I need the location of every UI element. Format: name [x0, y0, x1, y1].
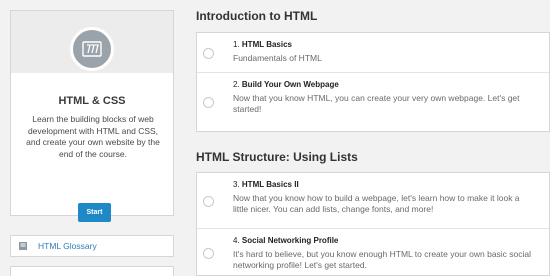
section-title-intro: Introduction to HTML	[196, 9, 318, 23]
lesson-description: Now that you know HTML, you can create y…	[233, 93, 520, 114]
lesson-description: It's hard to believe, but you know enoug…	[233, 249, 532, 270]
html5-shield-icon-graphic	[82, 41, 102, 57]
lesson-item[interactable]: 1. HTML Basics Fundamentals of HTML	[197, 33, 549, 73]
lesson-status-radio[interactable]	[203, 248, 214, 259]
lesson-title: 4. Social Networking Profile	[233, 236, 338, 245]
lesson-description: Now that you know how to build a webpage…	[233, 193, 520, 214]
left-panel-card	[10, 266, 174, 276]
lesson-list-structure: 3. HTML Basics II Now that you know how …	[196, 172, 550, 276]
start-button[interactable]: Start	[78, 203, 111, 222]
html5-shield-icon	[70, 27, 114, 71]
course-description: Learn the building blocks of web develop…	[26, 114, 160, 159]
book-icon	[18, 241, 28, 251]
lesson-number: 3.	[233, 180, 240, 189]
lesson-number: 4.	[233, 236, 240, 245]
course-page: HTML & CSS Learn the building blocks of …	[0, 0, 550, 276]
lesson-item[interactable]: 2. Build Your Own Webpage Now that you k…	[197, 73, 549, 131]
lesson-status-radio[interactable]	[203, 97, 214, 108]
lesson-name: Build Your Own Webpage	[241, 80, 339, 89]
html-glossary-link[interactable]: HTML Glossary	[10, 235, 174, 257]
lesson-description: Fundamentals of HTML	[233, 53, 322, 63]
section-title-structure: HTML Structure: Using Lists	[196, 150, 358, 164]
lesson-status-radio[interactable]	[203, 47, 214, 59]
lesson-name: HTML Basics II	[241, 180, 299, 189]
lesson-title: 2. Build Your Own Webpage	[233, 80, 339, 89]
lesson-status-radio[interactable]	[203, 195, 214, 207]
course-card: HTML & CSS Learn the building blocks of …	[10, 10, 174, 222]
html-glossary-label: HTML Glossary	[38, 241, 97, 251]
lesson-number: 2.	[233, 80, 240, 89]
lesson-item[interactable]: 4. Social Networking Profile It's hard t…	[197, 229, 549, 275]
lesson-title: 1. HTML Basics	[233, 40, 292, 49]
lesson-list-intro: 1. HTML Basics Fundamentals of HTML 2. B…	[196, 32, 550, 132]
lesson-name: HTML Basics	[241, 40, 292, 49]
course-title: HTML & CSS	[58, 95, 126, 107]
lesson-number: 1.	[233, 40, 240, 49]
lesson-item[interactable]: 3. HTML Basics II Now that you know how …	[197, 173, 549, 229]
lesson-title: 3. HTML Basics II	[233, 180, 299, 189]
lesson-name: Social Networking Profile	[241, 236, 339, 245]
